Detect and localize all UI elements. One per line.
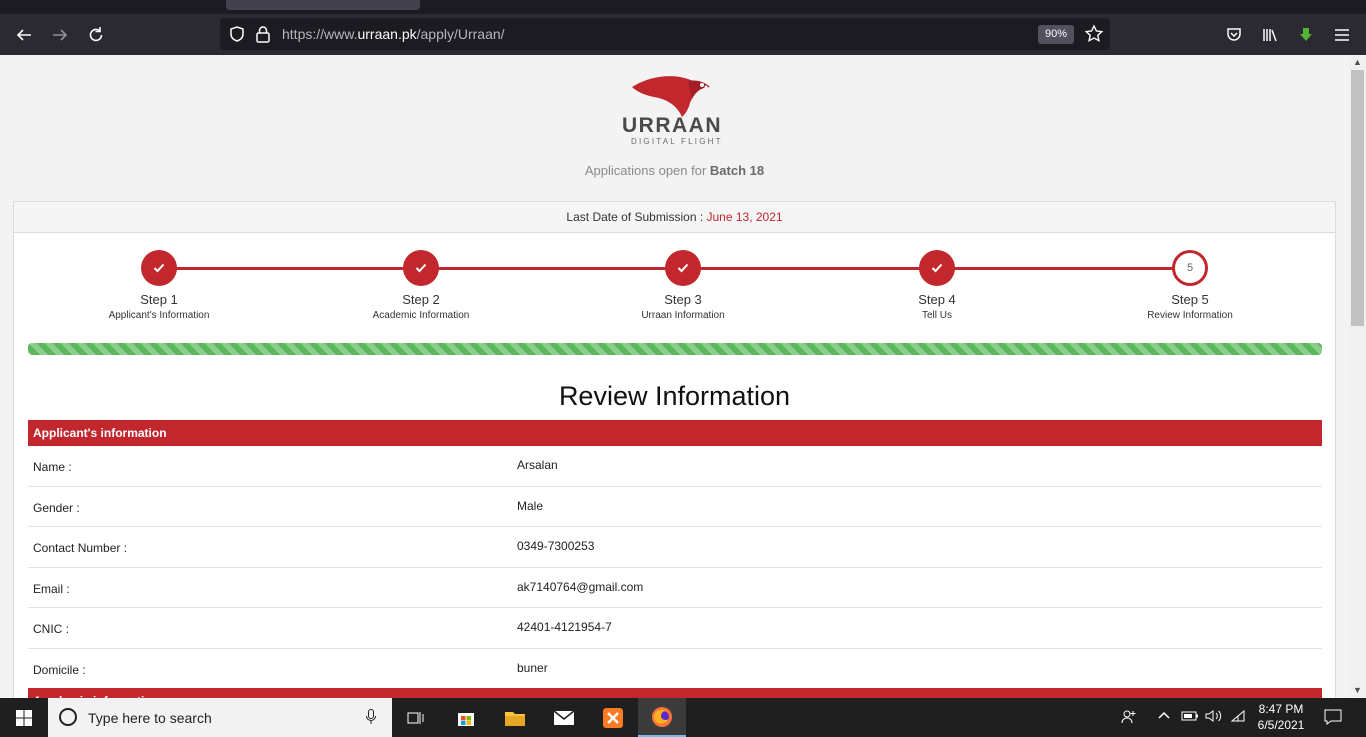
progress-bar bbox=[28, 343, 1322, 355]
check-icon bbox=[141, 250, 177, 286]
step-title: Step 5 bbox=[1171, 292, 1209, 307]
pocket-icon[interactable] bbox=[1222, 23, 1246, 47]
step-1[interactable]: Step 1 Applicant's Information bbox=[59, 250, 259, 321]
check-icon bbox=[665, 250, 701, 286]
bird-logo-icon bbox=[632, 76, 710, 117]
step-label: Review Information bbox=[1147, 310, 1233, 321]
field-label: Email : bbox=[33, 581, 70, 596]
applicant-info-table: Name : Arsalan Gender : Male Contact Num… bbox=[28, 446, 1322, 689]
table-row: Domicile : buner bbox=[28, 649, 1322, 690]
browser-tab-strip bbox=[0, 0, 1366, 14]
wifi-icon[interactable] bbox=[1230, 709, 1246, 726]
step-label: Academic Information bbox=[372, 310, 470, 321]
urraan-logo: URRAAN DIGITAL FLIGHT bbox=[618, 73, 730, 147]
step-label: Tell Us bbox=[921, 310, 952, 321]
page-viewport: URRAAN DIGITAL FLIGHT Applications open … bbox=[0, 55, 1349, 698]
step-label: Applicant's Information bbox=[108, 310, 210, 321]
step-2[interactable]: Step 2 Academic Information bbox=[321, 250, 521, 321]
download-icon[interactable] bbox=[1294, 23, 1318, 47]
clock-time: 8:47 PM bbox=[1258, 702, 1304, 716]
battery-icon[interactable] bbox=[1181, 709, 1199, 726]
field-value: Arsalan bbox=[517, 458, 558, 472]
academic-section-header: Academic information bbox=[28, 688, 1322, 698]
xampp-icon[interactable] bbox=[589, 698, 637, 737]
page-scrollbar[interactable]: ▲ ▼ bbox=[1349, 55, 1366, 698]
page-title: Review Information bbox=[558, 381, 791, 411]
logo-wordmark: URRAAN bbox=[622, 114, 722, 137]
table-row: Email : ak7140764@gmail.com bbox=[28, 568, 1322, 608]
url-text[interactable]: https://www.urraan.pk/apply/Urraan/ bbox=[282, 26, 505, 42]
cortana-icon bbox=[59, 708, 77, 726]
deadline-label: Last Date of Submission : bbox=[566, 210, 704, 224]
step-5[interactable]: 5 Step 5 Review Information bbox=[1090, 250, 1290, 321]
deadline-bar: Last Date of Submission : June 13, 2021 bbox=[14, 202, 1335, 233]
shield-icon[interactable] bbox=[228, 25, 246, 43]
menu-icon[interactable] bbox=[1330, 23, 1354, 47]
field-value: 42401-4121954-7 bbox=[517, 620, 612, 634]
windows-taskbar: Type here to search 8:47 PM 6/5/2021 bbox=[0, 698, 1366, 737]
field-value: 0349-7300253 bbox=[517, 539, 595, 553]
scroll-up-icon[interactable]: ▲ bbox=[1352, 57, 1363, 68]
bookmark-star-icon[interactable] bbox=[1084, 24, 1104, 44]
field-value: Male bbox=[517, 498, 544, 513]
taskbar-search-box[interactable]: Type here to search bbox=[48, 698, 392, 737]
task-view-icon[interactable] bbox=[392, 698, 440, 737]
batch-announcement: Applications open for Batch 18 bbox=[0, 163, 1349, 178]
application-card: Last Date of Submission : June 13, 2021 … bbox=[13, 201, 1336, 698]
browser-toolbar: https://www.urraan.pk/apply/Urraan/ 90% bbox=[0, 14, 1366, 55]
table-row: CNIC : 42401-4121954-7 bbox=[28, 608, 1322, 649]
chevron-up-icon[interactable] bbox=[1157, 709, 1171, 726]
url-domain: urraan.pk bbox=[357, 26, 417, 42]
back-icon[interactable] bbox=[12, 23, 36, 47]
field-label: Contact Number : bbox=[33, 541, 128, 555]
table-row: Gender : Male bbox=[28, 487, 1322, 527]
scrollbar-thumb[interactable] bbox=[1351, 70, 1364, 326]
step-title: Step 2 bbox=[402, 292, 440, 307]
forward-icon[interactable] bbox=[48, 23, 72, 47]
lock-icon[interactable] bbox=[255, 25, 271, 43]
firefox-icon[interactable] bbox=[638, 698, 686, 737]
volume-icon[interactable] bbox=[1205, 709, 1223, 726]
field-label: Domicile : bbox=[33, 662, 86, 677]
table-row: Name : Arsalan bbox=[28, 446, 1322, 487]
field-value: buner bbox=[517, 660, 548, 675]
step-title: Step 4 bbox=[918, 292, 956, 307]
batch-value: Batch 18 bbox=[709, 163, 765, 178]
microphone-icon[interactable] bbox=[366, 709, 376, 725]
step-title: Step 3 bbox=[664, 292, 702, 307]
reload-icon[interactable] bbox=[84, 23, 108, 47]
table-row: Contact Number : 0349-7300253 bbox=[28, 527, 1322, 568]
notification-icon[interactable] bbox=[1324, 709, 1342, 728]
people-icon[interactable] bbox=[1121, 709, 1137, 728]
field-value: ak7140764@gmail.com bbox=[517, 579, 644, 594]
browser-tab[interactable] bbox=[226, 0, 420, 10]
windows-start-icon[interactable] bbox=[0, 698, 48, 737]
url-prefix: https://www. bbox=[282, 26, 358, 42]
microsoft-store-icon[interactable] bbox=[442, 698, 490, 737]
field-label: CNIC : bbox=[33, 622, 69, 636]
field-label: Gender : bbox=[33, 500, 80, 515]
check-icon bbox=[919, 250, 955, 286]
step-4[interactable]: Step 4 Tell Us bbox=[837, 250, 1037, 321]
search-placeholder: Type here to search bbox=[88, 710, 212, 726]
logo-tagline: DIGITAL FLIGHT bbox=[631, 137, 723, 146]
scroll-down-icon[interactable]: ▼ bbox=[1352, 685, 1363, 696]
step-number: 5 bbox=[1172, 250, 1208, 286]
mail-icon[interactable] bbox=[540, 698, 588, 737]
step-title: Step 1 bbox=[140, 292, 178, 307]
address-bar[interactable]: https://www.urraan.pk/apply/Urraan/ 90% bbox=[220, 18, 1110, 50]
library-icon[interactable] bbox=[1258, 23, 1282, 47]
applicant-section-header: Applicant's information bbox=[28, 420, 1322, 446]
check-icon bbox=[403, 250, 439, 286]
zoom-level-badge[interactable]: 90% bbox=[1038, 25, 1074, 44]
step-label: Urraan Information bbox=[641, 310, 725, 321]
file-explorer-icon[interactable] bbox=[491, 698, 539, 737]
batch-prefix: Applications open for bbox=[584, 163, 707, 178]
step-3[interactable]: Step 3 Urraan Information bbox=[583, 250, 783, 321]
deadline-date: June 13, 2021 bbox=[706, 210, 783, 224]
system-clock[interactable]: 8:47 PM 6/5/2021 bbox=[1248, 701, 1314, 733]
clock-date: 6/5/2021 bbox=[1257, 718, 1305, 732]
url-path: /apply/Urraan/ bbox=[416, 26, 505, 42]
field-label: Name : bbox=[33, 460, 72, 474]
